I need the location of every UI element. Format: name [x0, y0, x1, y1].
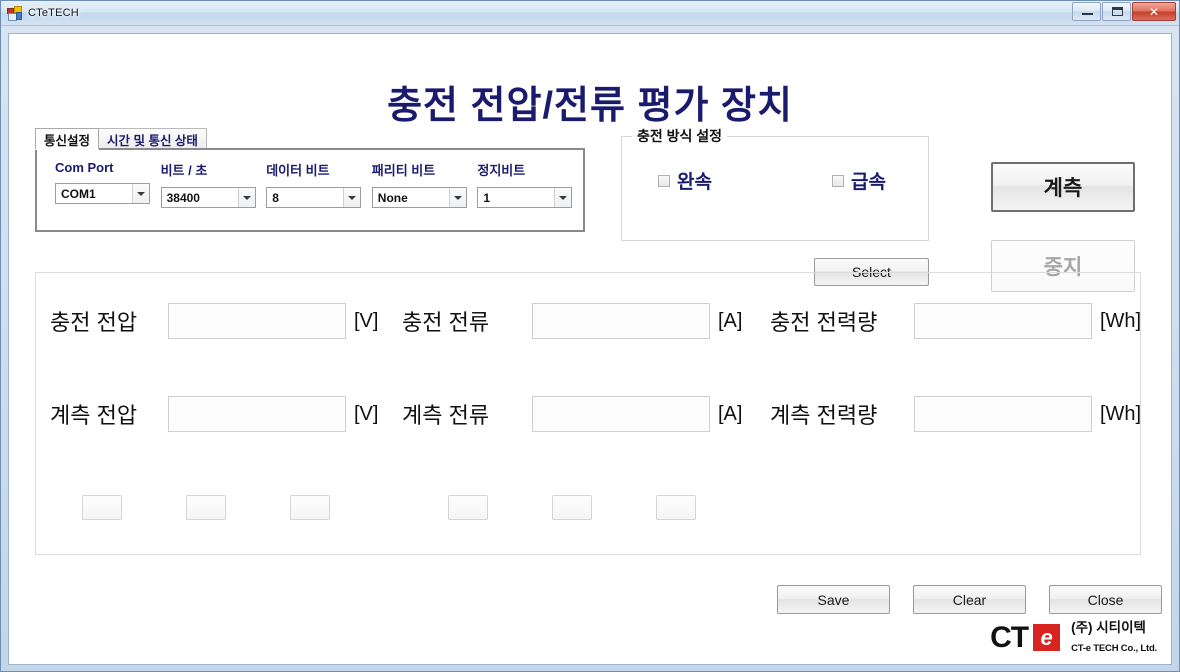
stop-bits-select[interactable]: 1 — [477, 187, 573, 208]
data-bits-label: 데이터 비트 — [266, 163, 330, 178]
communication-tab-control: 통신설정 시간 및 통신 상태 Com Port COM1 비트 / 초 384… — [35, 128, 585, 233]
charge-method-groupbox: 충전 방식 설정 완속 급속 — [621, 126, 929, 241]
serial-settings-grid: Com Port COM1 비트 / 초 38400 데이터 비트 8 패리티 … — [37, 150, 583, 208]
checkbox-slow-charge[interactable]: 완속 — [658, 167, 712, 194]
com-port-select[interactable]: COM1 — [55, 183, 150, 204]
data-bits-select[interactable]: 8 — [266, 187, 362, 208]
charge-power-input[interactable] — [914, 303, 1092, 339]
close-app-button-label: Close — [1087, 591, 1124, 608]
data-bits-value: 8 — [272, 190, 279, 205]
tab-comm-settings[interactable]: 통신설정 — [35, 128, 100, 149]
indicator-box[interactable] — [552, 495, 592, 520]
close-button[interactable]: ✕ — [1132, 2, 1176, 21]
measured-power-label: 계측 전력량 — [770, 403, 878, 428]
company-logo: CT e (주) 시티이텍 CT-e TECH Co., Ltd. — [990, 619, 1157, 656]
stop-bits-value: 1 — [483, 190, 491, 205]
minimize-icon — [1082, 13, 1093, 15]
stop-bits-label: 정지비트 — [477, 163, 526, 178]
charge-method-options: 완속 급속 — [622, 167, 928, 194]
parity-bits-label: 패리티 비트 — [371, 163, 436, 178]
logo-badge-e: e — [1033, 624, 1061, 652]
checkbox-fast-charge-box[interactable] — [831, 174, 844, 187]
setting-baud-rate: 비트 / 초 38400 — [160, 160, 265, 208]
com-port-label: Com Port — [55, 160, 114, 175]
charge-power-label: 충전 전력량 — [770, 310, 878, 335]
measure-button-label: 계측 — [1043, 177, 1083, 200]
setting-stop-bits: 정지비트 1 — [477, 160, 581, 208]
indicator-row — [36, 495, 1140, 521]
charge-power-unit: [Wh] — [1100, 309, 1142, 332]
chevron-down-icon — [559, 195, 568, 200]
save-button[interactable]: Save — [777, 585, 890, 614]
checkbox-fast-charge[interactable]: 급속 — [831, 167, 886, 194]
measured-current-input[interactable] — [532, 396, 710, 432]
measure-button[interactable]: 계측 — [991, 162, 1135, 212]
charge-voltage-unit: [V] — [354, 309, 379, 332]
setting-parity-bits: 패리티 비트 None — [371, 160, 476, 208]
indicator-box[interactable] — [186, 495, 226, 520]
measured-current-unit: [A] — [718, 402, 743, 425]
setting-data-bits: 데이터 비트 8 — [266, 160, 370, 208]
charge-current-label: 충전 전류 — [402, 310, 490, 335]
tab-time-and-status[interactable]: 시간 및 통신 상태 — [98, 128, 207, 149]
measured-voltage-label: 계측 전압 — [50, 403, 138, 428]
logo-company-text: (주) 시티이텍 CT-e TECH Co., Ltd. — [1071, 619, 1157, 656]
window-title: CTeTECH — [28, 7, 79, 19]
baud-rate-label: 비트 / 초 — [160, 163, 208, 178]
indicator-box[interactable] — [448, 495, 488, 520]
charge-voltage-input[interactable] — [168, 303, 346, 339]
baud-rate-value: 38400 — [166, 190, 200, 205]
chevron-down-icon — [137, 191, 145, 196]
parity-bits-select[interactable]: None — [371, 187, 467, 208]
measured-voltage-unit: [V] — [354, 402, 379, 425]
charge-current-input[interactable] — [532, 303, 710, 339]
chevron-down-icon — [242, 195, 251, 200]
indicator-box[interactable] — [82, 495, 122, 520]
client-area: 충전 전압/전류 평가 장치 통신설정 시간 및 통신 상태 Com Port … — [8, 33, 1172, 665]
parity-bits-value: None — [377, 190, 408, 205]
setting-com-port: Com Port COM1 — [55, 160, 159, 208]
maximize-button[interactable] — [1102, 2, 1131, 21]
tab-strip: 통신설정 시간 및 통신 상태 — [35, 128, 585, 149]
charge-method-group: 충전 방식 설정 완속 급속 — [621, 126, 929, 241]
measured-power-input[interactable] — [914, 396, 1092, 432]
page-title: 충전 전압/전류 평가 장치 — [387, 85, 793, 127]
measured-voltage-input[interactable] — [168, 396, 346, 432]
title-bar: CTeTECH ✕ — [1, 1, 1179, 26]
checkbox-slow-charge-box[interactable] — [658, 174, 670, 187]
measured-power-unit: [Wh] — [1100, 402, 1142, 425]
charge-current-unit: [A] — [718, 309, 743, 332]
chevron-down-icon — [348, 195, 357, 200]
logo-mark-ct: CT — [990, 620, 1029, 654]
readout-panel: 충전 전압 [V] 충전 전류 [A] 충전 전력량 [Wh] 계측 전압 [V… — [35, 272, 1141, 555]
maximize-icon — [1112, 7, 1123, 16]
com-port-value: COM1 — [61, 186, 96, 201]
window-controls: ✕ — [1072, 2, 1176, 21]
charge-method-title: 충전 방식 설정 — [632, 126, 728, 146]
tab-page-comm-settings: Com Port COM1 비트 / 초 38400 데이터 비트 8 패리티 … — [35, 148, 585, 232]
clear-button[interactable]: Clear — [913, 585, 1026, 614]
minimize-button[interactable] — [1072, 2, 1101, 21]
logo-company-en: CT-e TECH Co., Ltd. — [1071, 642, 1157, 654]
application-window: CTeTECH ✕ 충전 전압/전류 평가 장치 통신설정 시간 및 통신 상태 — [0, 0, 1180, 672]
measured-current-label: 계측 전류 — [402, 403, 490, 428]
save-button-label: Save — [817, 591, 850, 608]
app-form-icon — [7, 5, 23, 21]
baud-rate-select[interactable]: 38400 — [160, 187, 256, 208]
close-icon: ✕ — [1148, 4, 1160, 19]
close-app-button[interactable]: Close — [1049, 585, 1162, 614]
clear-button-label: Clear — [952, 591, 987, 608]
chevron-down-icon — [453, 195, 462, 200]
bottom-button-bar: Save Clear Close — [749, 585, 1162, 614]
tab-comm-settings-label: 통신설정 — [44, 133, 91, 148]
tab-time-and-status-label: 시간 및 통신 상태 — [107, 133, 198, 148]
checkbox-slow-charge-label: 완속 — [677, 172, 712, 193]
logo-company-kr: (주) 시티이텍 — [1071, 620, 1146, 636]
indicator-box[interactable] — [656, 495, 696, 520]
charge-voltage-label: 충전 전압 — [50, 310, 138, 335]
indicator-box[interactable] — [290, 495, 330, 520]
checkbox-fast-charge-label: 급속 — [850, 172, 886, 193]
